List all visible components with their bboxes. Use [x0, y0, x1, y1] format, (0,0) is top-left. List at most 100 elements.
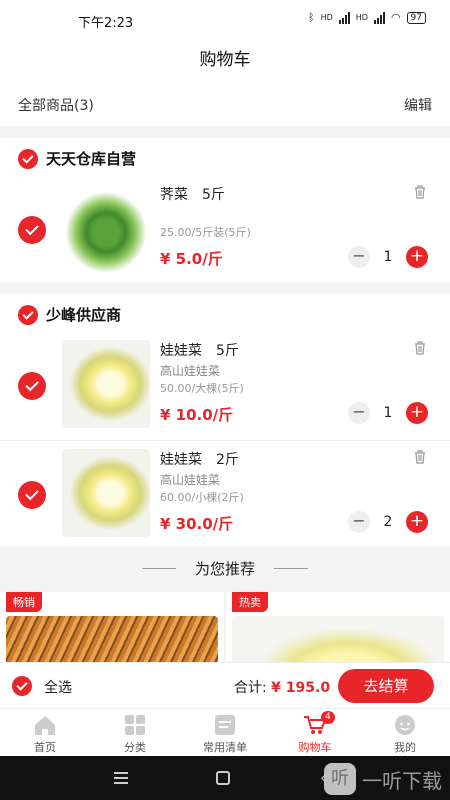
item-select-checkbox[interactable] — [18, 216, 46, 244]
product-weight: 5斤 — [202, 187, 225, 203]
product-weight: 2斤 — [216, 452, 239, 468]
tab-profile[interactable]: 我的 — [360, 709, 450, 756]
tab-label: 常用清单 — [203, 741, 247, 754]
status-icons: ᛒ HD HD ◠ 97 — [308, 11, 426, 24]
shop-card: 天天仓库自营 荠菜 5斤 25.00/5斤装(5斤) ¥ 5.0/斤 − 1 + — [0, 138, 450, 282]
product-spec: 25.00/5斤装(5斤) — [160, 226, 251, 239]
tab-label: 首页 — [34, 741, 56, 754]
status-time: 下午2:23 — [78, 16, 134, 31]
tab-label: 我的 — [394, 741, 416, 754]
bottom-tab-bar: 首页 分类 常用清单 4 购物车 我的 — [0, 708, 450, 756]
trash-icon[interactable] — [412, 340, 428, 356]
page-title: 购物车 — [199, 50, 251, 70]
product-image[interactable] — [62, 449, 150, 537]
item-select-checkbox[interactable] — [18, 372, 46, 400]
tab-label: 分类 — [124, 741, 146, 754]
increase-button[interactable]: + — [406, 402, 428, 424]
quantity-stepper: − 2 + — [348, 511, 428, 533]
checkout-bar: 全选 合计: ¥ 195.0 去结算 — [0, 662, 450, 708]
product-image[interactable] — [62, 184, 150, 272]
increase-button[interactable]: + — [406, 511, 428, 533]
divider-line — [142, 568, 176, 569]
decrease-button[interactable]: − — [348, 511, 370, 533]
battery-icon: 97 — [406, 11, 426, 24]
menu-icon[interactable] — [114, 772, 128, 784]
product-price: ¥ 5.0/斤 — [160, 250, 223, 268]
select-all-checkbox[interactable] — [12, 676, 32, 696]
signal-icon-2 — [373, 11, 385, 24]
product-price: ¥ 10.0/斤 — [160, 406, 234, 424]
home-button-icon[interactable] — [216, 771, 230, 785]
system-nav-bar: ‹ 听 一听下载 — [0, 756, 450, 800]
product-price: ¥ 30.0/斤 — [160, 515, 234, 533]
product-spec: 60.00/小棵(2斤) — [160, 491, 244, 504]
status-bar: 下午2:23 ᛒ HD HD ◠ 97 — [0, 0, 450, 40]
edit-button[interactable]: 编辑 — [404, 95, 432, 115]
recommend-card[interactable]: 热卖 — [226, 592, 450, 672]
product-name: 娃娃菜 — [160, 343, 202, 359]
signal-icon — [338, 11, 350, 24]
bluetooth-icon: ᛒ — [307, 11, 315, 24]
recommend-title: 为您推荐 — [194, 560, 255, 578]
cart-item: 娃娃菜 2斤 高山娃娃菜 60.00/小棵(2斤) ¥ 30.0/斤 − 2 + — [0, 440, 450, 548]
tab-category[interactable]: 分类 — [90, 709, 180, 756]
divider-line — [274, 568, 308, 569]
product-subtitle: 高山娃娃菜 — [160, 364, 221, 378]
watermark: 听 一听下载 — [324, 763, 442, 795]
net-label-2: HD — [355, 13, 368, 22]
shop-name: 少峰供应商 — [46, 306, 122, 324]
shop-select-checkbox[interactable] — [18, 148, 38, 169]
select-all-label[interactable]: 全选 — [44, 677, 72, 697]
product-name: 娃娃菜 — [160, 452, 202, 468]
shop-name: 天天仓库自营 — [46, 150, 137, 168]
profile-icon — [395, 715, 415, 735]
item-select-checkbox[interactable] — [18, 481, 46, 509]
product-image[interactable] — [62, 340, 150, 428]
quantity-stepper: − 1 + — [348, 402, 428, 424]
quantity-stepper: − 1 + — [348, 246, 428, 268]
cart-total: 合计: ¥ 195.0 — [234, 677, 330, 697]
grid-icon — [125, 715, 145, 735]
all-items-count: 全部商品(3) — [18, 98, 94, 114]
recommend-header: 为您推荐 — [0, 546, 450, 592]
wifi-icon: ◠ — [390, 11, 401, 24]
quantity-value[interactable]: 1 — [370, 249, 406, 265]
tab-cart[interactable]: 4 购物车 — [270, 709, 360, 756]
watermark-text: 一听下载 — [362, 768, 442, 793]
product-title[interactable]: 荠菜 5斤 — [160, 184, 225, 204]
home-icon — [35, 716, 55, 735]
cart-item: 娃娃菜 5斤 高山娃娃菜 50.00/大棵(5斤) ¥ 10.0/斤 − 1 + — [0, 332, 450, 440]
recommend-card[interactable]: 畅销 — [0, 592, 224, 672]
cart-item: 荠菜 5斤 25.00/5斤装(5斤) ¥ 5.0/斤 − 1 + — [0, 176, 450, 284]
tab-home[interactable]: 首页 — [0, 709, 90, 756]
quantity-value[interactable]: 2 — [370, 514, 406, 530]
checkout-button[interactable]: 去结算 — [338, 669, 434, 703]
tab-label: 购物车 — [298, 741, 332, 754]
increase-button[interactable]: + — [406, 246, 428, 268]
trash-icon[interactable] — [412, 449, 428, 465]
product-name: 荠菜 — [160, 187, 188, 203]
decrease-button[interactable]: − — [348, 246, 370, 268]
cart-badge: 4 — [321, 711, 335, 724]
recommend-tag: 热卖 — [232, 592, 268, 612]
product-weight: 5斤 — [216, 343, 239, 359]
watermark-logo: 听 — [324, 763, 356, 795]
total-label: 合计: — [234, 680, 267, 696]
shop-header: 天天仓库自营 — [18, 148, 136, 169]
decrease-button[interactable]: − — [348, 402, 370, 424]
shop-header: 少峰供应商 — [18, 304, 121, 325]
title-bar: 购物车 — [0, 40, 450, 80]
trash-icon[interactable] — [412, 184, 428, 200]
quantity-value[interactable]: 1 — [370, 405, 406, 421]
shop-select-checkbox[interactable] — [18, 304, 38, 325]
tab-list[interactable]: 常用清单 — [180, 709, 270, 756]
shop-card: 少峰供应商 娃娃菜 5斤 高山娃娃菜 50.00/大棵(5斤) ¥ 10.0/斤 … — [0, 294, 450, 546]
product-title[interactable]: 娃娃菜 2斤 — [160, 449, 239, 469]
product-title[interactable]: 娃娃菜 5斤 — [160, 340, 239, 360]
total-value: ¥ 195.0 — [271, 680, 331, 696]
cart-subbar: 全部商品(3) 编辑 — [0, 80, 450, 126]
list-icon — [215, 715, 235, 735]
net-label-1: HD — [320, 13, 333, 22]
product-subtitle: 高山娃娃菜 — [160, 473, 221, 487]
product-spec: 50.00/大棵(5斤) — [160, 382, 244, 395]
